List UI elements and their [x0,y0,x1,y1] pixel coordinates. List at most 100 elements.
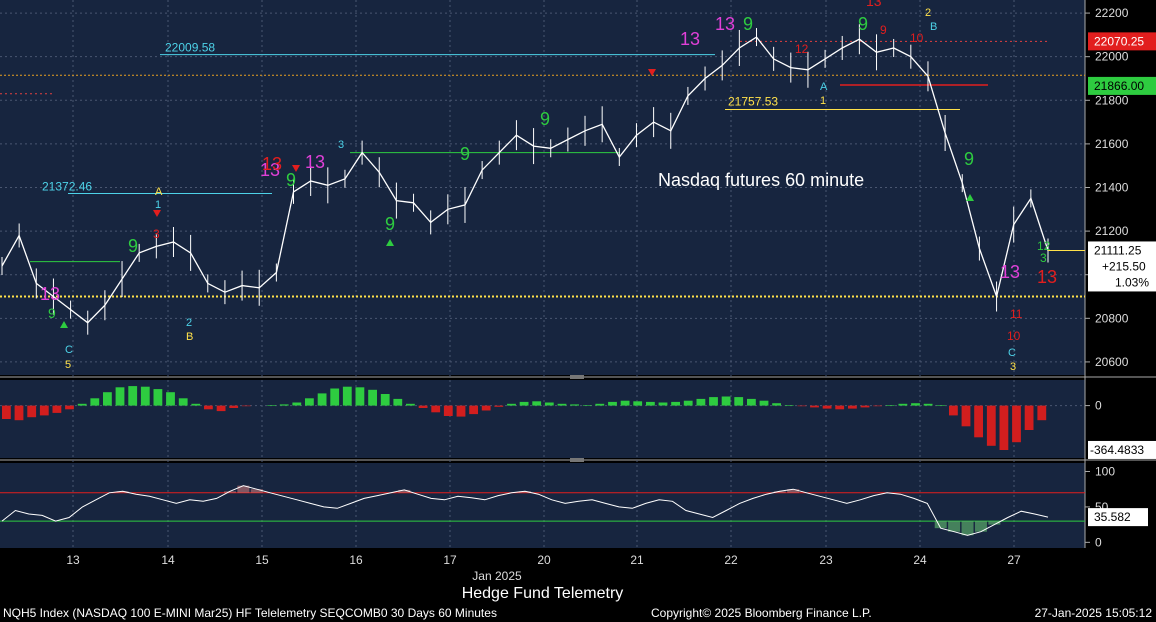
x-tick-label: 21 [630,553,644,567]
setup-count-label: 1 [820,95,826,107]
setup-count-label: 9 [743,14,753,34]
x-tick-label: 13 [66,553,80,567]
oscillator-bar [949,405,958,416]
oscillator-bar [1037,405,1047,421]
setup-count-label: 3 [1040,251,1047,265]
oscillator-bar [27,405,37,418]
oscillator-bar [267,405,276,406]
chart-annotation: Nasdaq futures 60 minute [658,170,864,190]
oscillator-bar [810,405,819,408]
oscillator-bar [797,405,807,407]
oscillator-bar [2,405,11,419]
setup-count-label: C [1008,347,1016,359]
oscillator-bar [784,405,794,406]
oscillator-bar [191,403,201,406]
x-tick-label: 24 [913,553,927,567]
oscillator-bar [898,403,908,406]
y-tick-label: 22000 [1095,50,1129,64]
setup-count-label: B [930,21,937,33]
oscillator-bar [999,405,1009,450]
oscillator-bar [759,400,769,406]
oscillator-bar [923,403,933,406]
oscillator-bar [519,401,529,406]
oscillator-bar [140,386,150,406]
oscillator-bar [986,405,996,446]
rsi-oversold-fill [934,521,947,529]
setup-count-label: 13 [680,29,700,49]
oscillator-bar [90,398,100,406]
oscillator-bar [532,401,542,406]
oscillator-bar [721,396,731,406]
oscillator-bar [216,405,226,412]
price-panel-bg [0,0,1085,375]
oscillator-bar [709,397,718,406]
setup-count-label: 12 [795,42,809,56]
level-label-21372: 21372.46 [42,180,92,194]
oscillator-bar [1012,405,1021,443]
oscillator-bar [494,405,504,407]
chart-window: 13 14 15 16 17 20 21 22 23 24 27 Jan 2025 22200 22000… [0,0,1156,622]
level-label-22009: 22009.58 [165,41,215,55]
oscillator-bar [166,392,175,406]
setup-count-label: 13 [866,0,882,9]
setup-count-label: C [65,344,73,356]
oscillator-bar [557,403,567,406]
x-tick-label: 22 [724,553,738,567]
rsi-y-tick-label: 100 [1095,465,1115,479]
setup-count-label: 13 [305,152,325,172]
timestamp: 27-Jan-2025 15:05:12 [1034,606,1152,620]
x-tick-label: 16 [349,553,363,567]
panel-resize-handle [570,375,584,379]
setup-count-label: 2 [186,317,192,329]
oscillator-bar [14,405,24,421]
oscillator-bar [279,404,289,406]
oscillator-bar [646,401,655,406]
setup-count-label: B [186,331,193,343]
setup-count-label: A [820,81,828,93]
setup-count-label: 9 [48,305,56,321]
oscillator-bar [974,405,983,438]
x-tick-label: 14 [161,553,175,567]
rsi-y-tick-label: 0 [1095,535,1102,549]
setup-count-label: 13 [715,14,735,34]
oscillator-bar [570,404,579,406]
oscillator-last-value: -364.4833 [1090,443,1144,457]
level-label-21757: 21757.53 [728,95,778,109]
x-tick-label: 27 [1007,553,1021,567]
oscillator-bar [936,405,946,406]
y-tick-label: 22200 [1095,6,1129,20]
security-description: NQH5 Index (NASDAQ 100 E-MINI Mar25) HF … [3,606,497,620]
oscillator-bar [658,402,668,406]
oscillator-bar [443,405,453,416]
oscillator-bar [380,394,390,406]
oscillator-bar [608,401,617,406]
setup-count-label: 3 [153,227,160,241]
setup-count-label: 13 [40,284,60,304]
oscillator-bar [860,405,870,408]
oscillator-bar [330,388,340,406]
setup-count-label: 13 [1037,267,1057,287]
oscillator-bar [103,392,112,406]
oscillator-bar [77,403,87,406]
oscillator-bar [873,405,882,407]
panel-resize-handle [570,458,584,462]
setup-count-label: 12 [1037,239,1051,253]
oscillator-bar [342,386,352,406]
y-tick-label: 21600 [1095,137,1129,151]
setup-count-label: 9 [460,144,470,164]
rsi-oversold-fill [974,521,987,532]
x-tick-label: 15 [255,553,269,567]
price-change-pct: 1.03% [1115,275,1149,289]
setup-count-label: 13 [262,154,282,174]
oscillator-bar [128,386,138,406]
oscillator-bar [241,405,251,407]
oscillator-bar [178,398,188,406]
rsi-last-value: 35.582 [1094,510,1131,524]
setup-count-label: 9 [128,236,138,256]
setup-count-label: 1 [155,199,161,211]
setup-count-label: 10 [1007,329,1021,343]
last-price-value: 21111.25 [1094,243,1142,257]
oscillator-bar [355,387,365,406]
y-tick-label: 21400 [1095,181,1129,195]
rsi-panel-bg [0,463,1085,548]
